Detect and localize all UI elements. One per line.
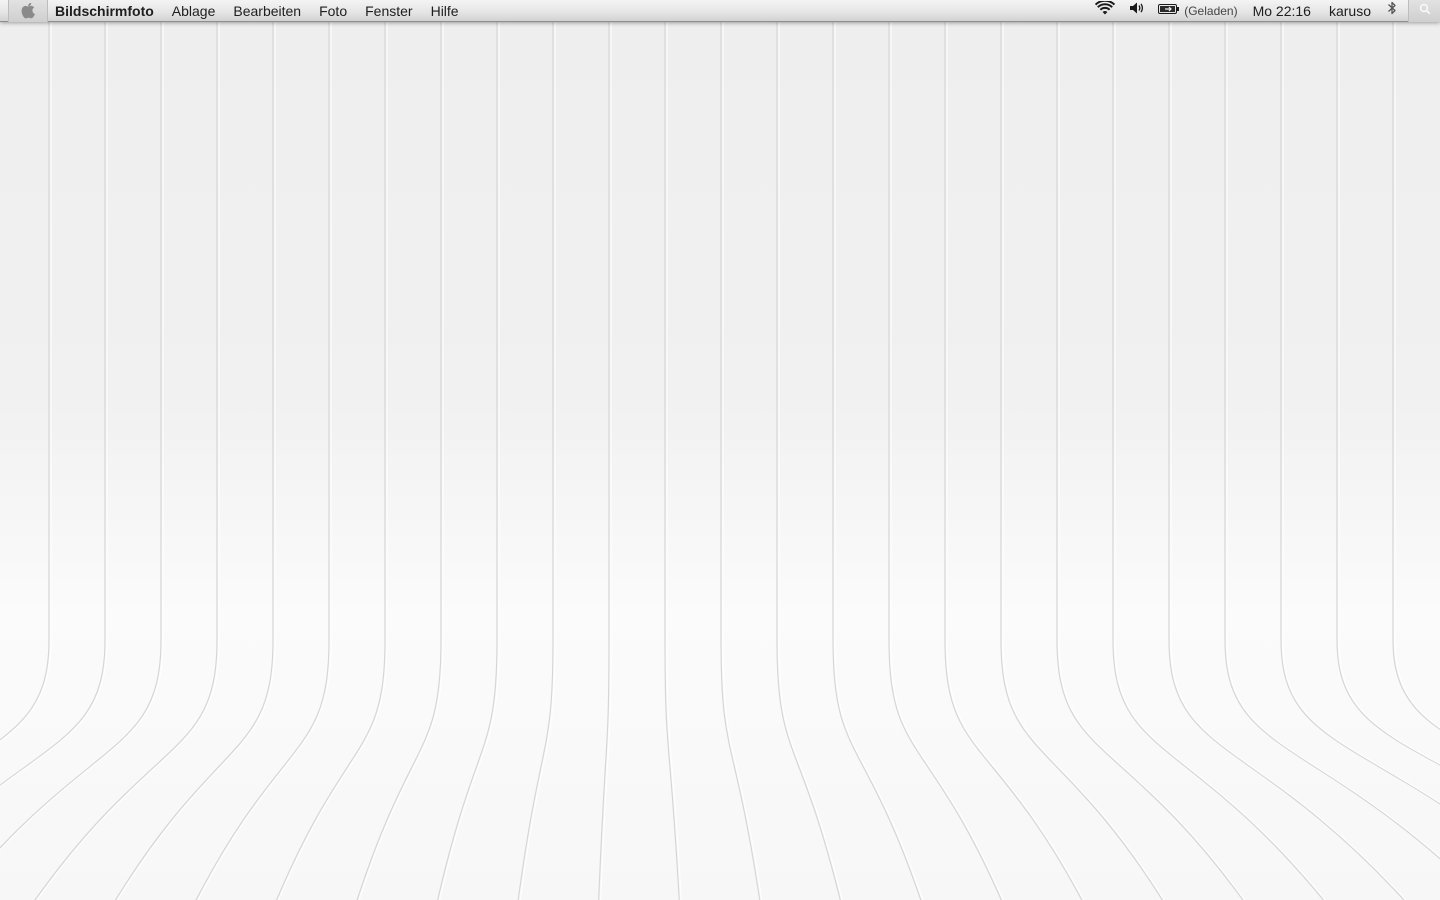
wallpaper-stripe [0, 0, 162, 849]
wallpaper-stripe-highlight [1058, 0, 1246, 900]
battery-menu[interactable]: (Geladen) [1152, 0, 1243, 22]
wallpaper-stripe [0, 0, 50, 741]
status-area: (Geladen) Mo 22:16 karuso [1088, 0, 1440, 22]
wallpaper-stripe [832, 0, 922, 900]
wallpaper-stripe-highlight [439, 0, 500, 900]
wallpaper-stripe-highlight [722, 0, 763, 900]
spotlight-button[interactable] [1408, 0, 1440, 22]
wallpaper-stripe-highlight [778, 0, 843, 900]
wallpaper-stripe-highlight [0, 0, 108, 788]
wallpaper-stripe-highlight [117, 0, 276, 900]
wallpaper-stripe [1056, 0, 1244, 900]
wifi-icon [1095, 0, 1116, 20]
menu-app-name[interactable]: Bildschirmfoto [46, 0, 163, 22]
wallpaper-stripe [776, 0, 841, 900]
battery-icon [1158, 2, 1180, 20]
wallpaper-stripe [888, 0, 1002, 900]
wallpaper-stripe-highlight [36, 0, 220, 900]
wallpaper-stripe [944, 0, 1083, 900]
wallpaper-stripe [437, 0, 498, 900]
wallpaper-stripe-highlight [1170, 0, 1407, 900]
volume-icon [1129, 1, 1145, 20]
wallpaper-stripe [720, 0, 761, 900]
wallpaper-stripe-highlight [278, 0, 388, 900]
wallpaper-stripes [0, 0, 1440, 900]
apple-menu-button[interactable] [8, 0, 48, 22]
menu-bar: Bildschirmfoto Ablage Bearbeiten Foto Fe… [0, 0, 1440, 22]
wallpaper-stripe-highlight [1226, 0, 1440, 858]
volume-menu[interactable] [1122, 0, 1152, 22]
menu-bearbeiten[interactable]: Bearbeiten [224, 0, 310, 22]
wallpaper-stripe [356, 0, 442, 900]
wallpaper-stripe [1000, 0, 1164, 900]
wallpaper-stripe [195, 0, 330, 900]
wallpaper-stripe [517, 0, 554, 900]
wallpaper-stripe [1168, 0, 1405, 900]
wallpaper-stripe-highlight [519, 0, 556, 900]
wallpaper-stripe-highlight [358, 0, 444, 900]
wallpaper-stripe [1112, 0, 1325, 900]
bluetooth-menu[interactable] [1380, 0, 1404, 22]
menu-clock[interactable]: Mo 22:16 [1244, 0, 1320, 22]
wallpaper-stripe [1280, 0, 1440, 805]
wallpaper-stripe-highlight [834, 0, 924, 900]
user-menu[interactable]: karuso [1320, 0, 1380, 22]
wallpaper-stripe-highlight [1338, 0, 1440, 765]
wifi-menu[interactable] [1088, 0, 1122, 22]
menu-ablage[interactable]: Ablage [163, 0, 225, 22]
wallpaper-stripe [1224, 0, 1440, 860]
wallpaper-stripe-highlight [1394, 0, 1440, 729]
wallpaper-stripe-highlight [946, 0, 1085, 900]
wallpaper-stripe [0, 0, 106, 786]
spotlight-search-icon [1419, 2, 1431, 20]
wallpaper-stripe [34, 0, 218, 900]
menu-fenster[interactable]: Fenster [356, 0, 421, 22]
wallpaper-stripe-highlight [0, 0, 164, 851]
wallpaper-stripe-highlight [1282, 0, 1440, 804]
battery-status-label: (Geladen) [1184, 3, 1238, 18]
bluetooth-icon [1387, 0, 1397, 21]
wallpaper-stripe [1392, 0, 1440, 730]
menu-hilfe[interactable]: Hilfe [422, 0, 468, 22]
wallpaper-stripe-highlight [1114, 0, 1326, 900]
wallpaper-stripe [276, 0, 386, 900]
wallpaper-stripe-highlight [0, 0, 52, 743]
wallpaper-stripe-highlight [197, 0, 332, 900]
wallpaper-stripe [1336, 0, 1440, 766]
menu-foto[interactable]: Foto [310, 0, 356, 22]
wallpaper-stripe-highlight [1002, 0, 1165, 900]
apple-logo-icon [21, 2, 35, 19]
wallpaper-stripe [114, 0, 274, 900]
wallpaper-stripe-highlight [890, 0, 1004, 900]
desktop-wallpaper [0, 0, 1440, 900]
